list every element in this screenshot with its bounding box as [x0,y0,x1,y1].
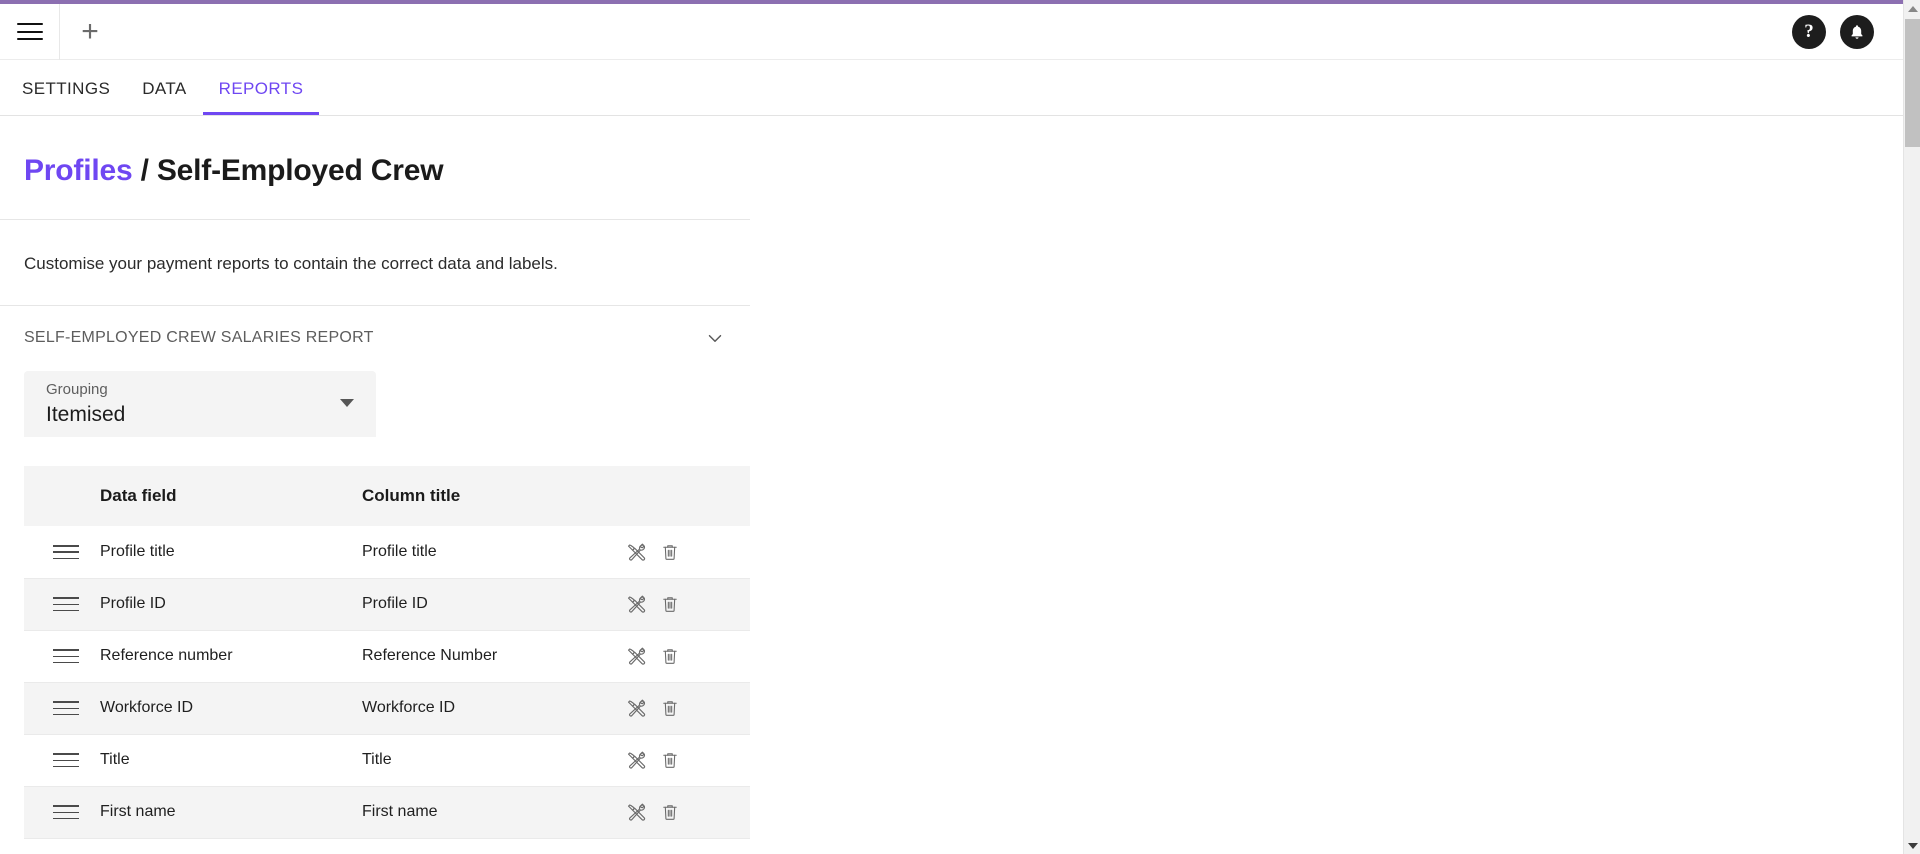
row-actions-cell [624,578,750,631]
bell-icon [1851,24,1863,39]
tools-icon[interactable] [624,540,648,564]
table-row[interactable]: Last nameLast name [24,838,750,854]
row-handle-cell [24,526,100,579]
tab-settings[interactable]: SETTINGS [22,79,126,115]
hamburger-menu-icon[interactable] [16,23,43,40]
menu-button-cell[interactable] [0,3,60,60]
help-question-icon: ? [1804,21,1814,42]
column-header-data-field: Data field [100,466,362,527]
column-header-column-title: Column title [362,466,624,527]
report-section-header[interactable]: SELF-EMPLOYED CREW SALARIES REPORT [0,306,750,349]
row-handle-cell [24,630,100,683]
report-fields-table: Data field Column title Profile title Pro… [24,466,750,854]
trash-icon[interactable] [658,592,682,616]
page-description: Customise your payment reports to contai… [24,253,558,273]
row-column-title-cell: Last name [362,838,624,854]
page-title: Profiles / Self-Employed Crew [0,116,1920,190]
row-column-title-cell: Reference Number [362,630,624,683]
breadcrumb-profiles-link[interactable]: Profiles [24,154,133,187]
row-data-field-cell: Workforce ID [100,682,362,735]
row-column-title-cell: Profile title [362,526,624,579]
dropdown-caret-icon[interactable] [340,399,354,408]
row-actions-cell [624,734,750,787]
drag-handle-icon[interactable] [53,545,79,560]
grouping-label: Grouping [46,381,108,399]
app-window: + ? SETTINGS DATA REPORTS Profiles / Sel… [0,0,1920,854]
row-data-field-cell: Profile ID [100,578,362,631]
row-handle-cell [24,578,100,631]
row-data-field-cell: Reference number [100,630,362,683]
tools-icon[interactable] [624,696,648,720]
row-actions-cell [624,838,750,854]
table-body: Profile title Profile title Profile ID Prof… [24,526,750,854]
row-data-field-cell: Last name [100,838,362,854]
row-data-field-cell: First name [100,786,362,839]
tab-data[interactable]: DATA [126,79,202,115]
row-handle-cell [24,786,100,839]
scroll-up-arrow-icon[interactable] [1904,0,1920,17]
help-button[interactable]: ? [1792,14,1826,49]
row-actions [624,696,750,720]
row-data-field-cell: Profile title [100,526,362,579]
table-row[interactable]: Profile ID Profile ID [24,578,750,631]
row-handle-cell [24,734,100,787]
table-row[interactable]: Profile title Profile title [24,526,750,579]
primary-tab-bar: SETTINGS DATA REPORTS [0,61,1920,116]
row-actions [624,540,750,564]
drag-handle-icon[interactable] [53,753,79,768]
drag-handle-icon[interactable] [53,701,79,716]
table-row[interactable]: First name First name [24,786,750,839]
row-actions [624,800,750,824]
row-handle-cell [24,838,100,854]
breadcrumb-current: Self-Employed Crew [156,154,444,187]
table-row[interactable]: Workforce ID Workforce ID [24,682,750,735]
page-content: Profiles / Self-Employed Crew Customise … [0,116,1920,854]
row-column-title-cell: Workforce ID [362,682,624,735]
drag-handle-icon[interactable] [53,649,79,664]
row-actions [624,644,750,668]
row-actions [624,592,750,616]
page-scrollbar[interactable] [1903,0,1920,854]
table-row[interactable]: Title Title [24,734,750,787]
trash-icon[interactable] [658,748,682,772]
table-row[interactable]: Reference number Reference Number [24,630,750,683]
row-column-title-cell: Profile ID [362,578,624,631]
grouping-value: Itemised [46,402,126,426]
row-actions-cell [624,682,750,735]
row-handle-cell [24,682,100,735]
notifications-button[interactable] [1840,14,1874,49]
tab-reports[interactable]: REPORTS [202,79,320,115]
drag-handle-icon[interactable] [53,597,79,612]
scroll-down-arrow-icon[interactable] [1904,837,1920,854]
report-section-title: SELF-EMPLOYED CREW SALARIES REPORT [24,329,374,347]
new-tab-button[interactable]: + [60,4,120,60]
drag-handle-icon[interactable] [53,805,79,820]
row-data-field-cell: Title [100,734,362,787]
tools-icon[interactable] [624,748,648,772]
browser-top-bar: + ? [0,3,1920,60]
trash-icon[interactable] [658,696,682,720]
row-column-title-cell: First name [362,786,624,839]
row-actions-cell [624,786,750,839]
tools-icon[interactable] [624,800,648,824]
column-header-handle [24,466,100,527]
trash-icon[interactable] [658,540,682,564]
row-actions-cell [624,526,750,579]
plus-icon[interactable]: + [81,16,99,47]
top-bar-actions: ? [1792,14,1920,49]
scrollbar-thumb[interactable] [1905,19,1920,147]
tools-icon[interactable] [624,644,648,668]
chevron-down-icon[interactable] [704,327,726,349]
trash-icon[interactable] [658,800,682,824]
breadcrumb-separator: / [132,154,157,187]
row-actions [624,748,750,772]
row-column-title-cell: Title [362,734,624,787]
tools-icon[interactable] [624,592,648,616]
grouping-select[interactable]: Grouping Itemised [24,371,376,438]
column-header-actions [624,466,750,527]
row-actions-cell [624,630,750,683]
table-header: Data field Column title [24,466,750,527]
trash-icon[interactable] [658,644,682,668]
table-header-row: Data field Column title [24,466,750,527]
